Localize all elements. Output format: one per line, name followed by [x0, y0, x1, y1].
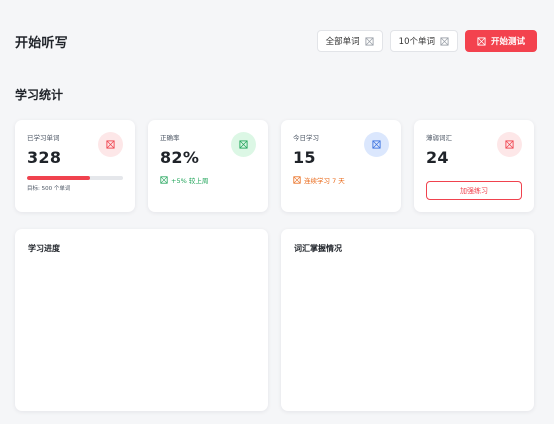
- stat-card-today: 今日学习 15 连续学习 7 天: [281, 120, 401, 212]
- progress-panel-title: 学习进度: [28, 244, 60, 253]
- warning-icon: [497, 132, 522, 157]
- goal-progress-fill: [27, 176, 90, 180]
- stat-card-weak-words: 薄弱词汇 24 加强练习: [414, 120, 534, 212]
- start-test-label: 开始测试: [490, 37, 525, 47]
- stat-card-learned: 已学习单词 328 目标: 500 个单词: [15, 120, 135, 212]
- word-filter-select[interactable]: 全部单词: [316, 30, 383, 52]
- goal-caption: 目标: 500 个单词: [27, 186, 71, 192]
- book-icon: [98, 132, 123, 157]
- streak-text: 连续学习 7 天: [304, 177, 345, 185]
- word-count-label: 10个单词: [398, 37, 435, 47]
- header-actions: 全部单词 10个单词 开始测试: [316, 30, 537, 52]
- word-count-select[interactable]: 10个单词: [389, 30, 458, 52]
- mastery-panel-title: 词汇掌握情况: [294, 244, 342, 253]
- stats-row: 已学习单词 328 目标: 500 个单词 正确率 82% +5% 较上周 今日…: [15, 120, 534, 212]
- accuracy-trend: +5% 较上周: [160, 175, 256, 185]
- play-icon: [477, 36, 486, 46]
- check-icon: [231, 132, 256, 157]
- word-filter-label: 全部单词: [325, 37, 360, 47]
- fire-icon: [293, 176, 301, 184]
- mastery-chart-area: [294, 254, 521, 394]
- trend-up-icon: [160, 176, 168, 184]
- page-title: 开始听写: [15, 36, 68, 51]
- chevron-down-icon: [365, 36, 374, 46]
- stat-card-accuracy: 正确率 82% +5% 较上周: [148, 120, 268, 212]
- panels-row: 学习进度 词汇掌握情况: [15, 229, 534, 411]
- progress-chart-area: [28, 254, 255, 394]
- start-test-button[interactable]: 开始测试: [464, 30, 537, 52]
- streak-info: 连续学习 7 天: [293, 175, 389, 185]
- progress-panel: 学习进度: [15, 229, 268, 411]
- section-title-stats: 学习统计: [15, 88, 64, 102]
- practice-button[interactable]: 加强练习: [426, 181, 522, 200]
- calendar-icon: [364, 132, 389, 157]
- accuracy-trend-text: +5% 较上周: [171, 177, 209, 185]
- goal-progress-bar: [27, 176, 123, 180]
- mastery-panel: 词汇掌握情况: [281, 229, 534, 411]
- chevron-down-icon: [440, 36, 449, 46]
